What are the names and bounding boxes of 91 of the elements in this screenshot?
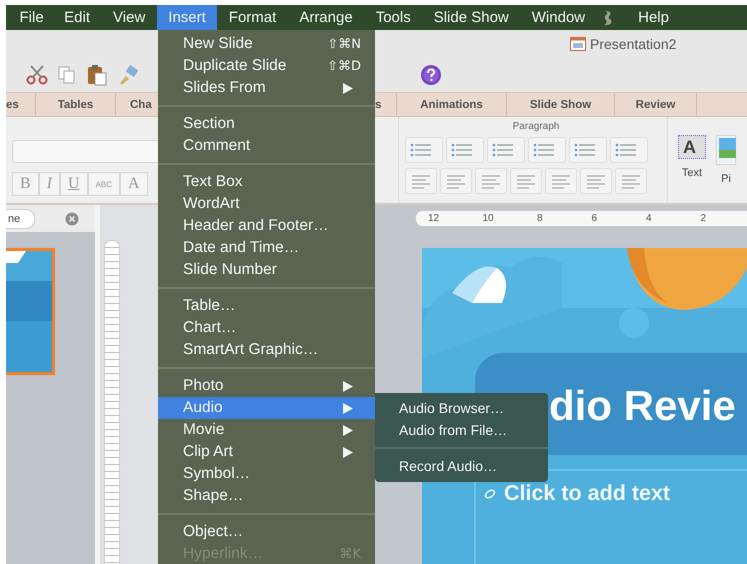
text-box-icon: A (678, 135, 706, 159)
menu-item[interactable]: Symbol… (158, 463, 375, 485)
menu-item[interactable]: Record Audio… (375, 455, 548, 477)
distribute-button[interactable] (545, 168, 577, 194)
menu-item[interactable]: Comment (158, 135, 375, 157)
menu-item[interactable]: Text Box (158, 171, 375, 193)
copy-icon[interactable] (57, 65, 77, 85)
group-label: Paragraph (512, 121, 560, 132)
menu-item[interactable]: Chart… (158, 317, 375, 339)
spacing-button[interactable] (569, 137, 607, 163)
button-label: Pi (721, 173, 731, 185)
menu-item[interactable]: New Slide ⇧⌘N (158, 33, 375, 55)
help-icon[interactable] (420, 64, 442, 86)
submenu-arrow-icon (343, 402, 353, 414)
align-icon (444, 173, 468, 189)
align-center-button[interactable] (440, 168, 472, 194)
menu-title[interactable]: View (102, 5, 157, 30)
button-label: Text (682, 167, 702, 179)
ruler-label: 12 (428, 213, 440, 224)
menu-item[interactable]: Clip Art (158, 441, 375, 463)
ruler-label: 6 (592, 213, 598, 224)
ribbon-tab[interactable]: Review (615, 93, 697, 116)
cut-icon[interactable] (26, 65, 48, 85)
submenu-arrow-icon (343, 380, 353, 392)
menu-title[interactable]: Format (217, 5, 288, 30)
menu-item[interactable]: WordArt (158, 193, 375, 215)
format-painter-icon[interactable] (117, 64, 139, 86)
ruler-label: 4 (646, 213, 653, 224)
menu-title[interactable]: Arrange (288, 5, 364, 30)
shortcut-label: ⇧⌘D (327, 58, 361, 74)
align-icon (584, 173, 608, 189)
align-right-button[interactable] (475, 168, 507, 194)
document-title: Presentation2 (590, 36, 676, 52)
align-icon (409, 173, 433, 189)
clear-icon[interactable] (65, 212, 79, 226)
menu-title[interactable]: Slide Show (422, 5, 520, 30)
menu-item[interactable]: Section (158, 113, 375, 135)
menu-item[interactable]: Date and Time… (158, 237, 375, 259)
menu-item[interactable]: Slides From (158, 77, 375, 99)
align-left-button[interactable] (405, 168, 437, 194)
menu-title[interactable]: File (8, 5, 56, 30)
align-icon (479, 173, 503, 189)
menu-item[interactable]: Audio Browser… (375, 397, 548, 419)
align-icon (619, 173, 643, 189)
ruler-label: 8 (537, 213, 544, 224)
submenu-arrow-icon (343, 82, 353, 94)
numbering-button[interactable] (446, 137, 484, 163)
menu-title[interactable]: Tools (364, 5, 422, 30)
ribbon-tab[interactable]: Tables (36, 93, 116, 116)
slide-thumbnail[interactable] (6, 248, 55, 375)
submenu-arrow-icon (343, 446, 353, 458)
bullets-button[interactable] (405, 137, 443, 163)
align-icon (514, 173, 538, 189)
ribbon-tab[interactable]: Animations (397, 93, 507, 116)
justify-button[interactable] (510, 168, 542, 194)
align-icon (549, 173, 573, 189)
menu-item[interactable]: Table… (158, 295, 375, 317)
menu-title[interactable]: Edit (55, 5, 102, 30)
menu-item[interactable]: Audio (158, 397, 375, 419)
menu-title[interactable]: Help (626, 5, 680, 30)
search-field[interactable]: ne (6, 208, 35, 228)
menu-item[interactable]: Movie (158, 419, 375, 441)
bullet-icon (484, 488, 496, 498)
ruler-label: 10 (482, 213, 495, 224)
menu-item[interactable]: Slide Number (158, 259, 375, 281)
submenu-arrow-icon (343, 424, 353, 436)
ribbon-tab[interactable]: Slide Show (507, 93, 615, 116)
ribbon-tab[interactable]: Cha (116, 93, 158, 116)
menu-item[interactable]: Audio from File… (375, 419, 548, 441)
align-text-button[interactable] (615, 168, 647, 194)
paste-icon[interactable] (86, 64, 108, 86)
indent-button[interactable] (528, 137, 566, 163)
menu-item[interactable]: Header and Footer… (158, 215, 375, 237)
text-box-button[interactable]: A Text (678, 135, 706, 203)
menu-item[interactable]: Duplicate Slide ⇧⌘D (158, 55, 375, 77)
ruler-label: 2 (700, 213, 708, 224)
picture-icon (716, 135, 736, 165)
menu-title[interactable]: Window (520, 5, 597, 30)
presentation-icon (570, 37, 586, 51)
shortcut-label: ⇧⌘N (327, 36, 361, 52)
direction-button[interactable] (580, 168, 612, 194)
menu-title[interactable]: Insert (156, 5, 218, 30)
slide-title: dio Revie (549, 382, 736, 430)
menu-item[interactable]: SmartArt Graphic… (158, 339, 375, 361)
outdent-button[interactable] (487, 137, 525, 163)
menu-item[interactable]: Object… (158, 521, 375, 543)
picture-button[interactable]: Pi (716, 135, 736, 203)
menu-item[interactable]: Shape… (158, 485, 375, 507)
ribbon-tab[interactable]: es (6, 93, 36, 116)
columns-button[interactable] (610, 137, 648, 163)
menu-item[interactable]: Photo (158, 375, 375, 397)
